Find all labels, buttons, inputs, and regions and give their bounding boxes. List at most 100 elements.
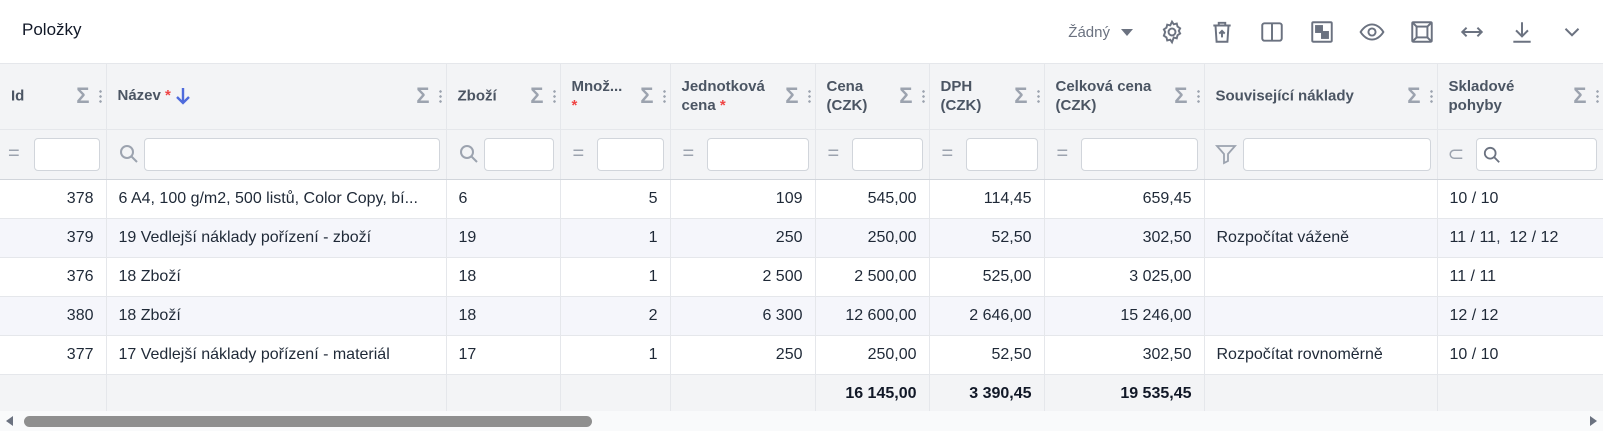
stock-move-link[interactable]: 11 / 11 (1450, 229, 1497, 246)
header-row: Id Σ Název * Σ Zboží Σ Množ... * Σ Jednot… (0, 64, 1603, 130)
table-row[interactable]: 380 18 Zboží 18 2 6 300 12 600,00 2 646,… (0, 296, 1603, 336)
cell-id: 376 (0, 257, 107, 297)
filter-input-total[interactable] (1080, 137, 1198, 171)
column-menu-icon[interactable] (552, 89, 556, 104)
view-select[interactable]: Žádný (1068, 24, 1133, 41)
cell-name: 19 Vedlejší náklady pořízení - zboží (106, 218, 447, 258)
layout-button[interactable] (1297, 12, 1347, 52)
scroll-left-icon[interactable] (6, 416, 13, 426)
sum-icon[interactable]: Σ (785, 83, 798, 109)
column-header-vat[interactable]: DPH (CZK) Σ (929, 64, 1045, 130)
column-menu-icon[interactable] (1595, 89, 1599, 104)
equals-icon[interactable]: = (942, 143, 954, 166)
stock-move-link[interactable]: 10 / 10 (1450, 190, 1499, 207)
column-menu-icon[interactable] (438, 89, 442, 104)
stock-move-link[interactable]: 11 / 11 (1450, 268, 1497, 285)
column-label: Jednotková (681, 78, 765, 96)
column-header-name[interactable]: Název * Σ (106, 64, 447, 130)
filter-input-price[interactable] (851, 137, 923, 171)
cell-related-costs: Rozpočítat váženě (1204, 218, 1438, 258)
table-row[interactable]: 379 19 Vedlejší náklady pořízení - zboží… (0, 218, 1603, 258)
sum-icon[interactable]: Σ (640, 83, 653, 109)
cell-goods-link[interactable]: 6 (446, 179, 561, 219)
filter-input-related-costs[interactable] (1242, 137, 1431, 171)
column-menu-icon[interactable] (1429, 89, 1433, 104)
delete-button[interactable] (1197, 12, 1247, 52)
totals-row: 16 145,00 3 390,45 19 535,45 (0, 373, 1603, 414)
column-header-price[interactable]: Cena (CZK) Σ (815, 64, 930, 130)
search-icon (119, 145, 138, 163)
filter-input-quantity[interactable] (596, 137, 664, 171)
cell-vat: 525,00 (929, 257, 1045, 297)
equals-icon[interactable]: = (683, 143, 695, 166)
cell-price: 250,00 (815, 218, 930, 258)
equals-icon[interactable]: = (828, 143, 840, 166)
column-header-stock-moves[interactable]: Skladové pohyby Σ (1437, 64, 1603, 130)
funnel-icon[interactable] (1214, 143, 1237, 165)
table-row[interactable]: 378 6 A4, 100 g/m2, 500 listů, Color Cop… (0, 179, 1603, 219)
column-header-quantity[interactable]: Množ... * Σ (560, 64, 671, 130)
cell-quantity: 2 (560, 296, 671, 336)
sort-descending-icon[interactable] (173, 86, 193, 106)
filter-input-stock-moves[interactable] (1475, 137, 1597, 171)
sum-icon[interactable]: Σ (1407, 83, 1420, 109)
column-label-line2: cena (681, 97, 716, 115)
horizontal-scrollbar[interactable] (0, 411, 1603, 431)
column-menu-icon[interactable] (662, 89, 666, 104)
column-label: Id (11, 87, 25, 105)
cell-goods-link[interactable]: 17 (446, 335, 561, 375)
table-row[interactable]: 376 18 Zboží 18 1 2 500 2 500,00 525,00 … (0, 257, 1603, 297)
total-grand: 19 535,45 (1044, 373, 1205, 414)
sum-icon[interactable]: Σ (1573, 83, 1586, 109)
equals-icon[interactable]: = (1057, 143, 1069, 166)
cell-goods-link[interactable]: 18 (446, 257, 561, 297)
column-menu-icon[interactable] (1036, 89, 1040, 104)
cell-stock-moves: 11 / 11, 12 / 12 (1437, 218, 1603, 258)
column-label-line2: (CZK) (1055, 97, 1097, 115)
filter-input-vat[interactable] (965, 137, 1038, 171)
expand-width-button[interactable] (1447, 12, 1497, 52)
sum-icon[interactable]: Σ (1174, 83, 1187, 109)
column-header-related-costs[interactable]: Související náklady Σ (1204, 64, 1438, 130)
filter-row: = = = = = = ⊂ (0, 129, 1603, 180)
column-header-unit-price[interactable]: Jednotková cena * Σ (670, 64, 816, 130)
sum-icon[interactable]: Σ (530, 83, 543, 109)
stock-move-link[interactable]: 12 / 12 (1509, 229, 1558, 246)
table-row[interactable]: 377 17 Vedlejší náklady pořízení - mater… (0, 335, 1603, 375)
column-menu-icon[interactable] (921, 89, 925, 104)
columns-button[interactable] (1247, 12, 1297, 52)
stock-move-link[interactable]: 12 / 12 (1450, 307, 1499, 324)
panel-title: Položky (22, 20, 82, 39)
cell-goods-link[interactable]: 19 (446, 218, 561, 258)
column-header-id[interactable]: Id Σ (0, 64, 107, 130)
equals-icon[interactable]: = (8, 143, 20, 166)
sum-icon[interactable]: Σ (416, 83, 429, 109)
fit-icon (1411, 21, 1433, 43)
sum-icon[interactable]: Σ (899, 83, 912, 109)
fit-button[interactable] (1397, 12, 1447, 52)
filter-input-unit-price[interactable] (706, 137, 809, 171)
column-menu-icon[interactable] (807, 89, 811, 104)
equals-icon[interactable]: = (573, 143, 585, 166)
download-button[interactable] (1497, 12, 1547, 52)
scroll-right-icon[interactable] (1590, 416, 1597, 426)
cell-goods-link[interactable]: 18 (446, 296, 561, 336)
column-header-goods[interactable]: Zboží Σ (446, 64, 561, 130)
visibility-button[interactable] (1347, 12, 1397, 52)
column-menu-icon[interactable] (98, 89, 102, 104)
more-button[interactable] (1547, 12, 1597, 52)
cell-unit-price: 250 (670, 335, 816, 375)
settings-button[interactable] (1147, 12, 1197, 52)
filter-input-id[interactable] (34, 137, 100, 171)
sum-icon[interactable]: Σ (1014, 83, 1027, 109)
column-header-total[interactable]: Celková cena (CZK) Σ (1044, 64, 1205, 130)
cell-price: 12 600,00 (815, 296, 930, 336)
sum-icon[interactable]: Σ (76, 83, 89, 109)
stock-move-link[interactable]: 10 / 10 (1450, 346, 1499, 363)
scrollbar-thumb[interactable] (24, 416, 592, 427)
filter-input-name[interactable] (143, 137, 440, 171)
download-icon (1513, 22, 1531, 43)
column-menu-icon[interactable] (1196, 89, 1200, 104)
filter-input-goods[interactable] (483, 137, 554, 171)
subset-icon[interactable]: ⊂ (1448, 142, 1465, 167)
